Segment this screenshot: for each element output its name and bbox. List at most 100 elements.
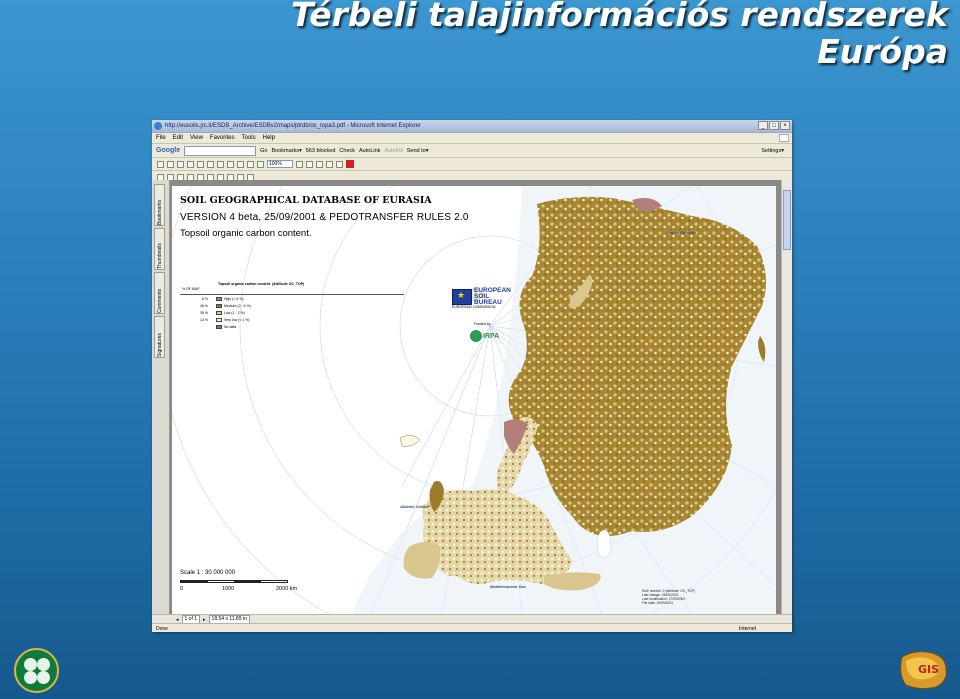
actual-size-icon[interactable]: [306, 160, 313, 168]
legend-label: High (> 6 %): [224, 297, 244, 301]
next-page-icon[interactable]: [237, 160, 244, 168]
rotate-icon[interactable]: [336, 160, 343, 168]
eu-flag-icon: [452, 289, 472, 305]
map-scale: Scale 1 : 30 000 000 0 1000 2000 km: [180, 570, 297, 592]
tab-signatures[interactable]: Signatures: [154, 316, 165, 358]
sea-label-okhotsk: Sea of Okhotsk: [667, 230, 697, 235]
legend-pct: 13 %: [200, 318, 208, 322]
clover-leaf-icon: [24, 658, 37, 671]
legend-pct: 46 %: [200, 304, 208, 308]
first-page-icon[interactable]: [217, 160, 224, 168]
settings-button[interactable]: Settings▾: [761, 148, 784, 154]
legend-row: No data: [180, 324, 236, 330]
security-zone: Internet: [739, 625, 756, 632]
legend-pct: 6 %: [201, 297, 208, 301]
search-icon[interactable]: [187, 160, 194, 168]
slide-title-line-2: Európa: [817, 32, 948, 71]
legend-pct-header: % OF MAP: [182, 287, 200, 291]
legend-label: Very low (< 1 %): [224, 318, 250, 322]
gis-logo: GIS: [900, 651, 947, 690]
autofill-button[interactable]: AutoFill: [384, 148, 402, 154]
window-controls: _ □ ×: [758, 121, 790, 130]
legend-swatch: [216, 325, 222, 329]
irpa-logo: IRPA: [470, 330, 499, 342]
fit-page-icon[interactable]: [316, 160, 323, 168]
scale-bar: [180, 580, 288, 583]
first-page-button[interactable]: ◂: [176, 617, 179, 623]
select-tool-icon[interactable]: [207, 160, 214, 168]
scrollbar-thumb[interactable]: [783, 190, 791, 250]
credit-line: File date: 19/09/2001: [642, 601, 673, 605]
caspian-sea: [596, 529, 612, 559]
globe-icon: [470, 330, 482, 342]
funded-by-label: Funded by: [474, 322, 491, 326]
send-to-button[interactable]: Send to▾: [407, 148, 429, 154]
slide-title: Térbeli talajinformációs rendszerek Euró…: [291, 0, 948, 70]
autolink-button[interactable]: AutoLink: [359, 148, 380, 154]
esb-logo-text: EUROPEAN SOIL BUREAU: [474, 287, 511, 306]
close-button[interactable]: ×: [780, 121, 790, 130]
sea-label-atlantic: Atlantic Ocean: [400, 504, 429, 509]
legend-swatch: [216, 304, 222, 308]
ie-status-bar: Done Internet: [152, 623, 792, 632]
google-search-input[interactable]: [184, 145, 257, 156]
last-page-button[interactable]: ▸: [203, 617, 206, 623]
menu-help[interactable]: Help: [263, 135, 275, 141]
adobe-acrobat-icon[interactable]: [346, 160, 354, 168]
tab-thumbnails[interactable]: Thumbnails: [154, 228, 165, 270]
email-icon[interactable]: [177, 160, 184, 168]
legend-row: 6 % High (> 6 %): [180, 296, 244, 302]
maximize-button[interactable]: □: [769, 121, 779, 130]
google-go-button[interactable]: Go: [260, 148, 267, 154]
window-title: http://eusoils.jrc.it/ESDB_Archive/ESDBv…: [165, 123, 421, 129]
menu-view[interactable]: View: [190, 135, 203, 141]
pdf-page: SOIL GEOGRAPHICAL DATABASE OF EURASIA VE…: [172, 186, 776, 614]
scale-tick: 2000 km: [276, 586, 298, 592]
zoom-level-field[interactable]: 100%: [267, 160, 293, 168]
popup-blocked-count[interactable]: 563 blocked: [306, 148, 336, 154]
tab-comments[interactable]: Comments: [154, 272, 165, 314]
hand-tool-icon[interactable]: [197, 160, 204, 168]
legend-swatch: [216, 311, 222, 315]
last-page-icon[interactable]: [247, 160, 254, 168]
clover-leaf-icon: [37, 658, 50, 671]
acrobat-toolbar-1: 100%: [152, 158, 792, 171]
legend-label: No data: [224, 325, 237, 329]
vertical-scrollbar[interactable]: [781, 180, 792, 614]
legend-row: 46 % Medium (2 - 6 %): [180, 303, 251, 309]
minimize-button[interactable]: _: [758, 121, 768, 130]
pdf-content-area: Bookmarks Thumbnails Comments Signatures: [152, 180, 792, 614]
browser-window: http://eusoils.jrc.it/ESDB_Archive/ESDBv…: [152, 120, 792, 632]
map-version: VERSION 4 beta, 25/09/2001 & PEDOTRANSFE…: [180, 212, 469, 223]
eurasia-soil-map: [172, 186, 776, 614]
save-icon[interactable]: [157, 160, 164, 168]
legend-row: 35 % Low (1 - 2 %): [180, 310, 245, 316]
windows-logo-icon: [779, 134, 789, 142]
google-toolbar: Google Go Bookmarks▾ 563 blocked Check A…: [152, 144, 792, 158]
menu-file[interactable]: File: [156, 135, 166, 141]
menu-bar: File Edit View Favorites Tools Help: [152, 133, 792, 144]
window-titlebar: http://eusoils.jrc.it/ESDB_Archive/ESDBv…: [152, 120, 792, 133]
esb-subtext: EUROPEAN COMMISSION: [452, 305, 496, 309]
gis-logo-text: GIS: [918, 663, 939, 676]
scale-label: Scale 1 : 30 000 000: [180, 570, 236, 576]
bookmarks-button[interactable]: Bookmarks▾: [271, 148, 301, 154]
fit-width-icon[interactable]: [326, 160, 333, 168]
menu-tools[interactable]: Tools: [242, 135, 256, 141]
european-soil-bureau-logo: EUROPEAN SOIL BUREAU: [452, 287, 518, 306]
menu-edit[interactable]: Edit: [173, 135, 183, 141]
legend-swatch: [216, 297, 222, 301]
zoom-in-icon[interactable]: [296, 160, 303, 168]
legend-swatch: [216, 318, 222, 322]
legend-label: Low (1 - 2 %): [224, 311, 245, 315]
university-logo: [14, 648, 59, 693]
irpa-logo-text: IRPA: [483, 332, 500, 340]
status-text: Done: [156, 625, 168, 632]
print-icon[interactable]: [167, 160, 174, 168]
legend-row: 13 % Very low (< 1 %): [180, 317, 250, 323]
previous-page-icon[interactable]: [227, 160, 234, 168]
tab-bookmarks[interactable]: Bookmarks: [154, 184, 165, 226]
zoom-out-icon[interactable]: [257, 160, 264, 168]
menu-favorites[interactable]: Favorites: [210, 135, 235, 141]
spell-check-button[interactable]: Check: [339, 148, 355, 154]
